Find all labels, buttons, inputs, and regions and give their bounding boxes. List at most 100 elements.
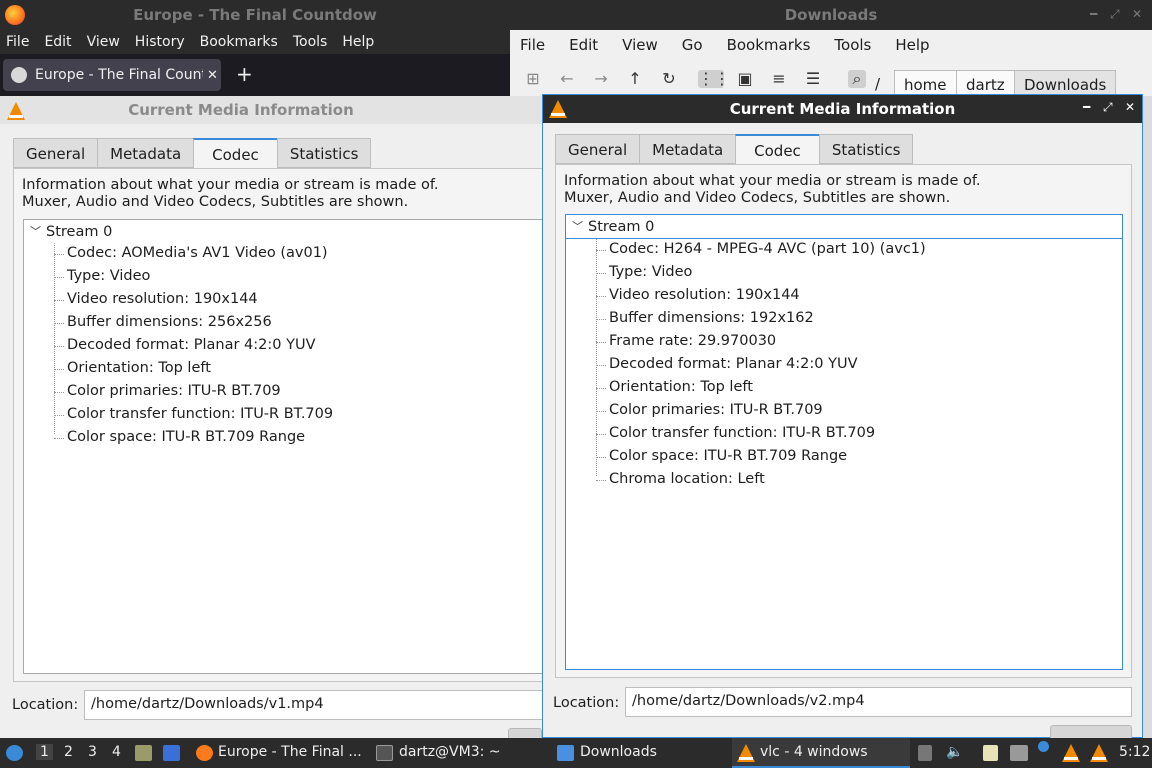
workspace-4[interactable]: 4: [112, 744, 121, 760]
prop-color-transfer: Color transfer function: ITU-R BT.709: [595, 425, 876, 441]
firefox-titlebar[interactable]: Europe - The Final Countdow: [0, 0, 510, 30]
workspace-3[interactable]: 3: [88, 744, 97, 760]
description-line-1: Information about what your media or str…: [22, 177, 439, 193]
vlc-tray-icon-1[interactable]: [1062, 744, 1080, 762]
tab-codec[interactable]: Codec: [193, 138, 278, 168]
task-firefox[interactable]: Europe - The Final ...: [218, 744, 362, 760]
tab-metadata[interactable]: Metadata: [639, 134, 737, 164]
terminal-task-icon: [376, 745, 393, 761]
fm-menu-view[interactable]: View: [622, 36, 658, 54]
task-downloads[interactable]: Downloads: [580, 744, 657, 760]
location-field[interactable]: /home/dartz/Downloads/v2.mp4: [625, 687, 1132, 717]
vlc-tabs: General Metadata Codec Statistics: [555, 134, 914, 164]
tab-general[interactable]: General: [555, 134, 641, 164]
vlc-media-info-window-1: Current Media Information General Metada…: [0, 96, 553, 748]
forward-icon[interactable]: →: [592, 70, 610, 88]
minimize-icon[interactable]: ━: [1090, 7, 1097, 21]
firefox-task-icon: [196, 745, 213, 761]
fm-menu-help[interactable]: Help: [895, 36, 929, 54]
network-tray-icon[interactable]: [1010, 745, 1028, 761]
fm-menu-tools[interactable]: Tools: [834, 36, 871, 54]
tab-statistics[interactable]: Statistics: [276, 138, 372, 168]
codec-panel: Information about what your media or str…: [13, 168, 553, 682]
codec-tree[interactable]: ﹀ Stream 0 Codec: AOMedia's AV1 Video (a…: [23, 219, 553, 674]
task-terminal[interactable]: dartz@VM3: ~: [399, 744, 501, 760]
tree-guide: [54, 243, 55, 434]
app-menu-icon[interactable]: [6, 745, 23, 761]
close-icon[interactable]: ✕: [1132, 7, 1142, 21]
path-toggle-icon[interactable]: ⌕: [848, 70, 866, 88]
vlc-titlebar[interactable]: Current Media Information: [0, 96, 542, 124]
file-manager-launcher-icon[interactable]: [135, 745, 152, 761]
maximize-icon[interactable]: ⤢: [1110, 7, 1120, 22]
icon-view-icon[interactable]: ⋮⋮: [698, 70, 730, 88]
maximize-icon[interactable]: ⤢: [1103, 100, 1113, 115]
vlc-titlebar-active[interactable]: Current Media Information ━ ⤢ ✕: [543, 95, 1142, 123]
fm-menu-file[interactable]: File: [520, 36, 545, 54]
prop-codec: Codec: H264 - MPEG-4 AVC (part 10) (avc1…: [596, 241, 926, 257]
fm-menu-bookmarks[interactable]: Bookmarks: [727, 36, 811, 54]
thumbnail-view-icon[interactable]: ▣: [736, 70, 754, 88]
taskbar: 1 2 3 4 Europe - The Final ... dartz@VM3…: [0, 738, 1152, 768]
reload-icon[interactable]: ↻: [660, 70, 678, 88]
stream-row[interactable]: ﹀ Stream 0: [24, 220, 552, 244]
file-manager-titlebar[interactable]: Downloads ━ ⤢ ✕: [510, 0, 1152, 30]
prop-decoded-format: Decoded format: Planar 4:2:0 YUV: [54, 337, 316, 353]
show-desktop-icon[interactable]: [163, 745, 180, 761]
compact-view-icon[interactable]: ≡: [770, 70, 788, 88]
notification-icon[interactable]: [1038, 741, 1049, 752]
codec-tree[interactable]: ﹀ Stream 0 Codec: H264 - MPEG-4 AVC (par…: [565, 214, 1123, 670]
description-line-1: Information about what your media or str…: [564, 173, 981, 189]
volume-icon[interactable]: 🔈: [946, 744, 963, 760]
description-line-2: Muxer, Audio and Video Codecs, Subtitles…: [564, 190, 951, 206]
menu-tools[interactable]: Tools: [293, 34, 328, 50]
workspace-1[interactable]: 1: [36, 744, 53, 760]
prop-color-primaries: Color primaries: ITU-R BT.709: [54, 383, 281, 399]
storage-tray-icon[interactable]: [918, 745, 932, 761]
fm-menu-go[interactable]: Go: [682, 36, 703, 54]
stream-row[interactable]: ﹀ Stream 0: [566, 215, 1122, 239]
menu-history[interactable]: History: [135, 34, 185, 50]
detailed-view-icon[interactable]: ☰: [804, 70, 822, 88]
tab-statistics[interactable]: Statistics: [818, 134, 914, 164]
prop-type: Type: Video: [53, 268, 151, 284]
menu-help[interactable]: Help: [342, 34, 374, 50]
firefox-tab[interactable]: Europe - The Final Countdown ✕: [3, 59, 221, 91]
menu-view[interactable]: View: [87, 34, 120, 50]
minimize-icon[interactable]: ━: [1083, 100, 1090, 114]
new-window-icon[interactable]: ⊞: [524, 70, 542, 88]
vlc-window-title: Current Media Information: [128, 101, 354, 119]
workspace-2[interactable]: 2: [64, 744, 73, 760]
up-icon[interactable]: ↑: [626, 70, 644, 88]
tab-metadata[interactable]: Metadata: [97, 138, 195, 168]
vlc-media-info-window-2: Current Media Information ━ ⤢ ✕ General …: [542, 94, 1143, 745]
menu-bookmarks[interactable]: Bookmarks: [200, 34, 278, 50]
codec-description: Information about what your media or str…: [564, 173, 981, 207]
tab-codec[interactable]: Codec: [735, 134, 820, 164]
prop-orientation: Orientation: Top left: [54, 360, 211, 376]
prop-decoded-format: Decoded format: Planar 4:2:0 YUV: [596, 356, 858, 372]
location-field[interactable]: /home/dartz/Downloads/v1.mp4: [84, 690, 544, 720]
new-tab-button[interactable]: +: [236, 62, 253, 86]
stream-label: Stream 0: [46, 224, 113, 240]
prop-color-space: Color space: ITU-R BT.709 Range: [595, 448, 848, 464]
tab-close-icon[interactable]: ✕: [207, 68, 218, 83]
prop-chroma-location: Chroma location: Left: [596, 471, 765, 487]
prop-codec: Codec: AOMedia's AV1 Video (av01): [54, 245, 328, 261]
prop-buffer-dimensions: Buffer dimensions: 192x162: [596, 310, 814, 326]
vlc-tray-icon-2[interactable]: [1090, 744, 1108, 762]
close-icon[interactable]: ✕: [1125, 100, 1135, 114]
prop-video-resolution: Video resolution: 190x144: [54, 291, 258, 307]
back-icon[interactable]: ←: [558, 70, 576, 88]
prop-color-transfer: Color transfer function: ITU-R BT.709: [53, 406, 334, 422]
clock[interactable]: 5:12: [1119, 744, 1150, 760]
menu-edit[interactable]: Edit: [44, 34, 71, 50]
expand-chevron-icon[interactable]: ﹀: [30, 223, 41, 239]
clipboard-tray-icon[interactable]: [983, 745, 998, 761]
menu-file[interactable]: File: [6, 34, 29, 50]
task-vlc[interactable]: vlc - 4 windows: [760, 744, 868, 760]
expand-chevron-icon[interactable]: ﹀: [572, 218, 583, 234]
fm-menu-edit[interactable]: Edit: [569, 36, 598, 54]
tab-general[interactable]: General: [13, 138, 99, 168]
description-line-2: Muxer, Audio and Video Codecs, Subtitles…: [22, 194, 409, 210]
